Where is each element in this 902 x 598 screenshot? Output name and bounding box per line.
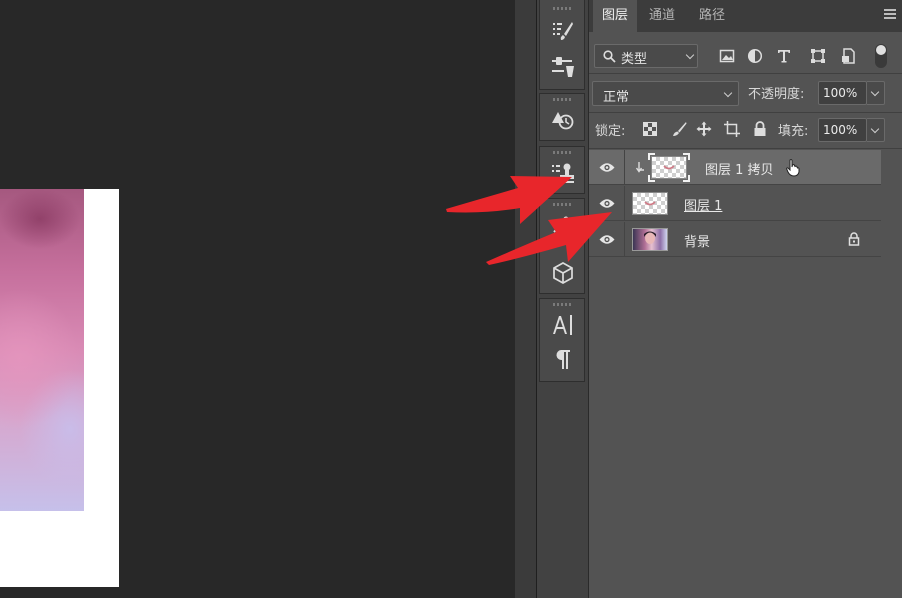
hand-cursor-icon (786, 159, 800, 177)
document-photo (0, 189, 84, 511)
lock-icon (848, 232, 860, 246)
tab-layers[interactable]: 图层 (593, 0, 637, 32)
chevron-down-icon (870, 124, 880, 134)
tool-group-history (539, 93, 585, 141)
panel-tab-bar: 图层 通道 路径 (589, 0, 902, 32)
brush-settings-icon[interactable] (548, 17, 578, 45)
image-filter-icon[interactable] (719, 48, 735, 64)
lock-artboard-icon[interactable] (723, 120, 741, 138)
chevron-down-icon (723, 88, 733, 98)
tool-group-3d (539, 198, 585, 294)
blend-mode-value: 正常 (603, 90, 630, 105)
tab-channels[interactable]: 通道 (639, 0, 685, 32)
panel-grip[interactable] (553, 98, 573, 101)
panel-menu-icon[interactable] (884, 9, 896, 21)
visibility-toggle[interactable] (589, 222, 625, 257)
fill-label: 填充: (778, 124, 809, 139)
tool-group-clone (539, 146, 585, 194)
fill-dropdown[interactable] (867, 118, 885, 142)
opacity-input[interactable]: 100% (818, 81, 867, 105)
layer-row-background[interactable]: 背景 (589, 222, 881, 257)
lock-label: 锁定: (595, 124, 626, 139)
filter-toggle-switch[interactable] (875, 44, 887, 68)
chevron-down-icon (685, 50, 695, 60)
tool-group-type (539, 298, 585, 382)
clone-source-icon[interactable] (548, 159, 578, 187)
paragraph-icon[interactable] (548, 345, 578, 373)
smart-object-filter-icon[interactable] (840, 48, 856, 64)
document-canvas[interactable] (0, 189, 119, 587)
collapsed-panels-dock (537, 0, 589, 598)
visibility-toggle[interactable] (589, 186, 625, 221)
tab-paths[interactable]: 路径 (689, 0, 735, 32)
adjustment-filter-icon[interactable] (747, 48, 763, 64)
eye-icon (599, 163, 614, 172)
layer-name: 图层 1 拷贝 (705, 163, 774, 178)
layer-filter-select[interactable]: 类型 (594, 44, 698, 68)
layer-name: 图层 1 (684, 199, 723, 214)
tool-group-brush (539, 0, 585, 90)
search-icon (603, 50, 616, 63)
layers-panel: 图层 通道 路径 类型 正常 不透明度: 100% 锁定: 填充: 100% 图… (589, 0, 902, 598)
paths-icon[interactable] (548, 211, 578, 239)
divider (589, 112, 902, 113)
eye-icon (599, 199, 614, 208)
layer-thumbnail (632, 192, 668, 215)
canvas-area[interactable] (0, 0, 515, 598)
selection-frame-icon (648, 153, 690, 182)
character-icon[interactable] (548, 311, 578, 339)
tool-presets-icon[interactable] (548, 53, 578, 81)
layer-filter-label: 类型 (621, 52, 648, 67)
panel-grip[interactable] (553, 151, 573, 154)
divider (589, 148, 902, 149)
lock-transparent-icon[interactable] (641, 120, 659, 138)
fill-input[interactable]: 100% (818, 118, 867, 142)
lock-all-icon[interactable] (751, 120, 769, 138)
type-filter-icon[interactable] (776, 48, 792, 64)
eye-icon (599, 235, 614, 244)
layer-row-layer1[interactable]: 图层 1 (589, 186, 881, 221)
layer-thumbnail (632, 228, 668, 251)
vertical-scrollbar[interactable] (515, 0, 537, 598)
panel-grip[interactable] (553, 7, 573, 10)
lock-pixels-icon[interactable] (670, 120, 688, 138)
history-icon[interactable] (548, 106, 578, 134)
visibility-toggle[interactable] (589, 150, 625, 185)
panel-grip[interactable] (553, 203, 573, 206)
shape-filter-icon[interactable] (810, 48, 826, 64)
blend-mode-select[interactable]: 正常 (592, 81, 739, 106)
clipping-mask-arrow-icon (636, 162, 644, 173)
lock-position-icon[interactable] (695, 120, 713, 138)
3d-cube-icon[interactable] (548, 259, 578, 287)
divider (589, 73, 902, 74)
opacity-label: 不透明度: (748, 87, 805, 102)
layer-row-copy[interactable]: 图层 1 拷贝 (589, 150, 881, 185)
layers-list: 图层 1 拷贝 图层 1 背景 (589, 150, 881, 258)
layer-name: 背景 (684, 235, 711, 250)
panel-grip[interactable] (553, 303, 573, 306)
chevron-down-icon (870, 87, 880, 97)
opacity-dropdown[interactable] (867, 81, 885, 105)
